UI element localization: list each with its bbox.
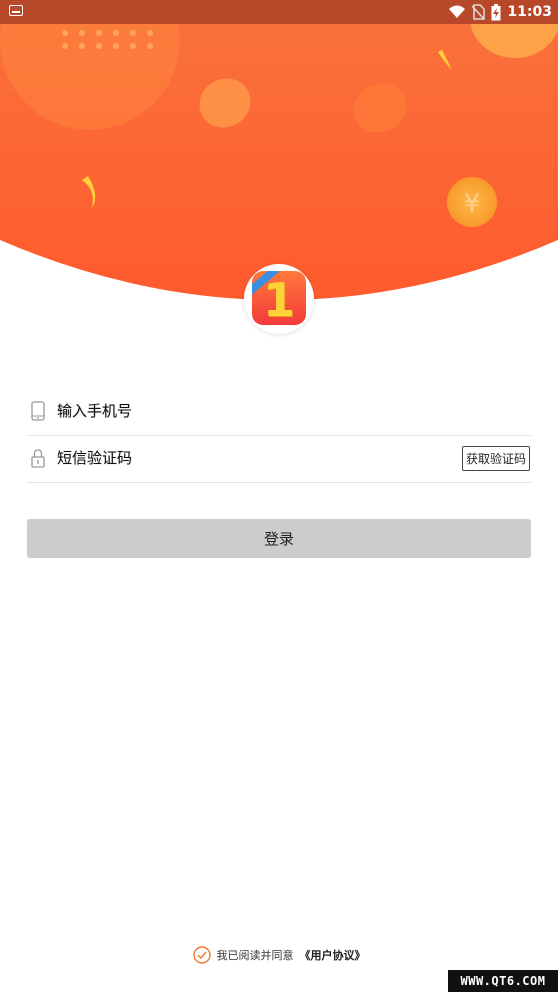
app-logo-icon: 1 [252, 271, 306, 325]
get-code-button[interactable]: 获取验证码 [462, 446, 530, 471]
watermark: WWW.QT6.COM [448, 970, 558, 992]
status-time: 11:03 [507, 4, 552, 20]
phone-row [27, 389, 531, 436]
logo-number: 1 [262, 273, 295, 325]
notification-icon [9, 5, 23, 16]
header-background: ¥ [0, 0, 558, 300]
battery-charging-icon [491, 3, 501, 20]
agree-checkbox[interactable] [192, 946, 211, 964]
user-agreement-link[interactable]: 《用户协议》 [300, 947, 366, 963]
header-banner: ¥ [0, 0, 558, 300]
status-bar: 11:03 [0, 0, 558, 24]
phone-input[interactable] [57, 399, 437, 423]
phone-icon [31, 401, 45, 421]
svg-text:¥: ¥ [464, 189, 481, 219]
wifi-icon [449, 5, 466, 18]
status-icons: 11:03 [449, 2, 552, 22]
app-logo: 1 [244, 264, 314, 334]
agreement-row: 我已阅读并同意 《用户协议》 [0, 944, 558, 966]
agreement-text: 我已阅读并同意 [216, 949, 294, 962]
lock-icon [31, 449, 45, 468]
no-sim-icon [471, 4, 486, 20]
sms-code-input[interactable] [57, 446, 437, 470]
sms-code-row: 获取验证码 [27, 436, 531, 483]
login-button[interactable]: 登录 [27, 519, 531, 558]
